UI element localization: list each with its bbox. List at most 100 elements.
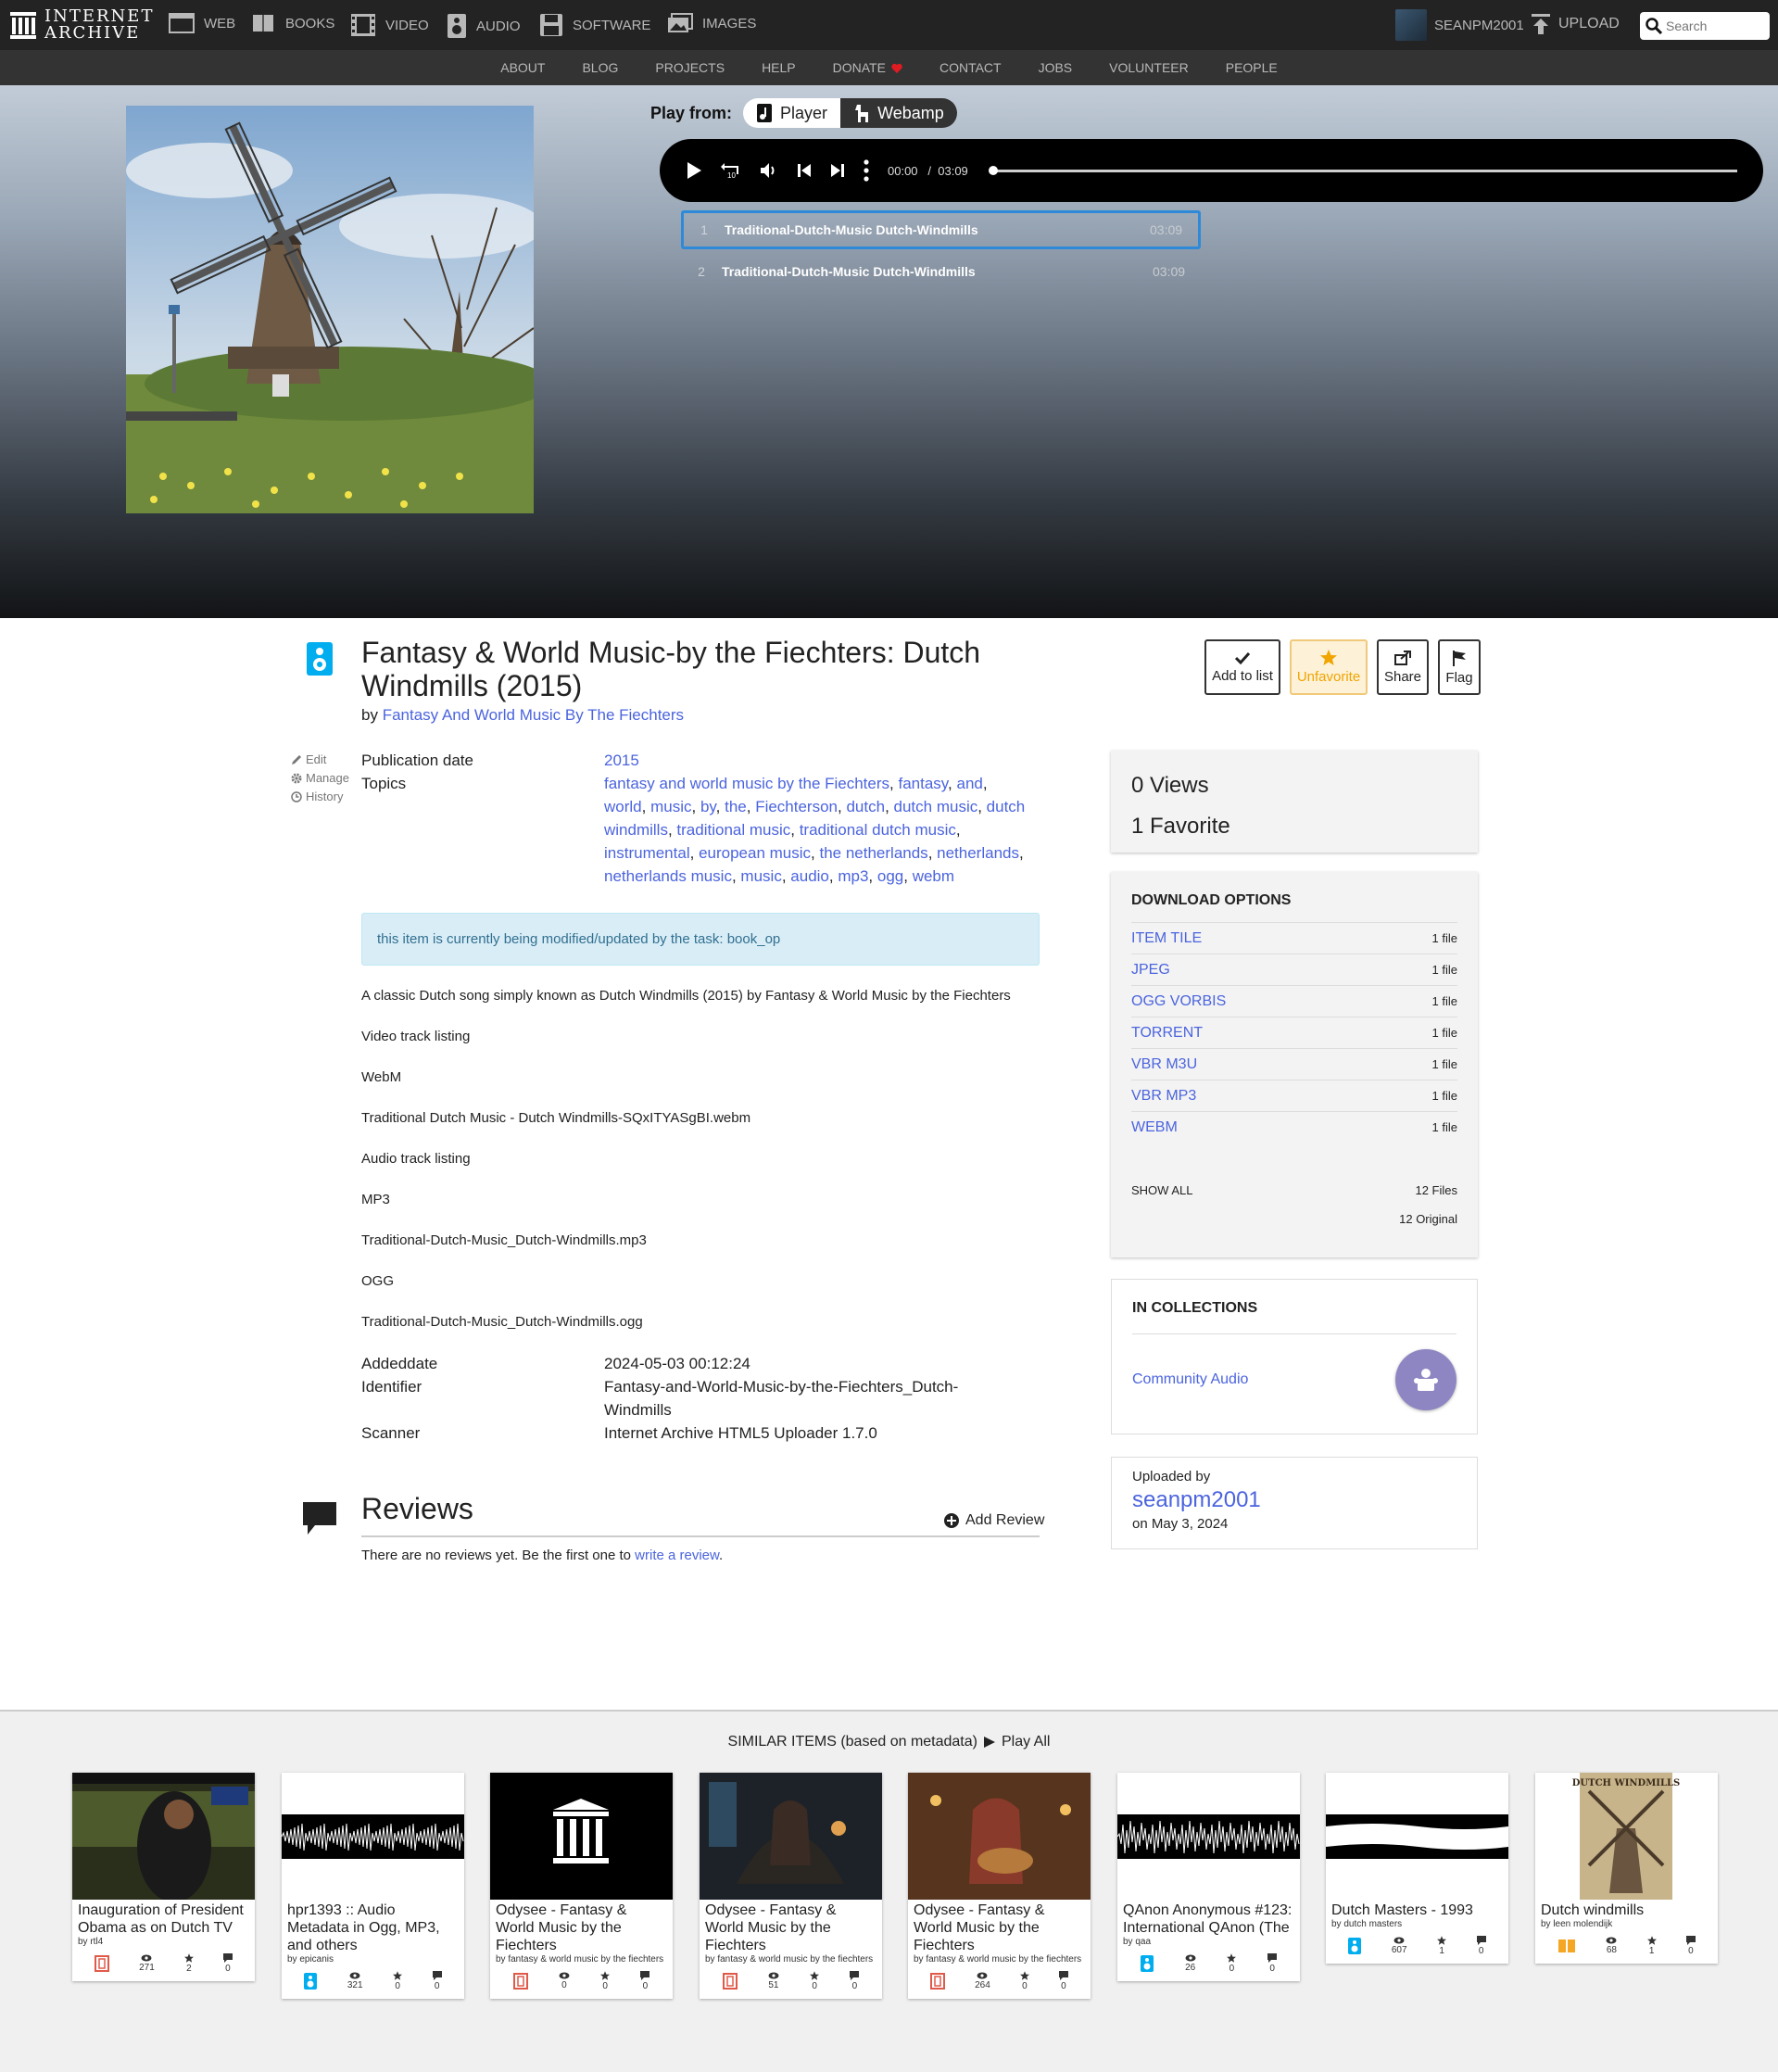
item-thumbnail[interactable] (72, 1773, 255, 1900)
subnav-donate[interactable]: DONATE (814, 50, 921, 85)
nav-tab-web[interactable]: WEB (169, 13, 235, 33)
item-title[interactable]: Odysee - Fantasy & World Music by the Fi… (490, 1900, 673, 1954)
similar-item-card[interactable]: Odysee - Fantasy & World Music by the Fi… (490, 1773, 673, 1999)
topic-link[interactable]: Fiechterson (755, 798, 838, 815)
download-format-link[interactable]: OGG VORBIS (1131, 993, 1226, 1010)
nav-tab-audio[interactable]: AUDIO (447, 13, 521, 39)
similar-item-card[interactable]: Odysee - Fantasy & World Music by the Fi… (700, 1773, 882, 1999)
item-thumbnail[interactable]: DUTCH WINDMILLS (1535, 1773, 1718, 1900)
search-icon[interactable] (1646, 18, 1662, 34)
search-input[interactable] (1666, 19, 1759, 33)
item-title[interactable]: Odysee - Fantasy & World Music by the Fi… (700, 1900, 882, 1954)
similar-item-card[interactable]: Odysee - Fantasy & World Music by the Fi… (908, 1773, 1091, 1999)
subnav-volunteer[interactable]: VOLUNTEER (1091, 50, 1207, 85)
topic-link[interactable]: by (700, 798, 716, 815)
subnav-people[interactable]: PEOPLE (1207, 50, 1296, 85)
item-title[interactable]: hpr1393 :: Audio Metadata in Ogg, MP3, a… (282, 1900, 464, 1954)
item-thumbnail[interactable] (1117, 1773, 1300, 1900)
download-format-link[interactable]: JPEG (1131, 962, 1170, 979)
topic-link[interactable]: audio (790, 867, 829, 885)
webamp-option[interactable]: Webamp (840, 98, 957, 128)
unfavorite-button[interactable]: Unfavorite (1290, 639, 1368, 695)
creator-link[interactable]: Fantasy And World Music By The Fiechters (383, 706, 684, 724)
item-thumbnail[interactable] (282, 1773, 464, 1900)
item-thumbnail[interactable] (1326, 1773, 1508, 1900)
upload-button[interactable]: UPLOAD (1531, 13, 1620, 35)
progress-knob[interactable] (988, 165, 998, 175)
play-all-link[interactable]: Play All (1002, 1734, 1050, 1750)
download-format-link[interactable]: TORRENT (1131, 1025, 1203, 1042)
flag-button[interactable]: Flag (1438, 639, 1481, 695)
subnav-jobs[interactable]: JOBS (1020, 50, 1091, 85)
item-title[interactable]: Dutch windmills (1535, 1900, 1718, 1919)
topic-link[interactable]: dutch music (894, 798, 978, 815)
download-format-link[interactable]: ITEM TILE (1131, 930, 1202, 947)
subnav-help[interactable]: HELP (743, 50, 814, 85)
similar-item-card[interactable]: hpr1393 :: Audio Metadata in Ogg, MP3, a… (282, 1773, 464, 1999)
similar-item-card[interactable]: Inauguration of President Obama as on Du… (72, 1773, 255, 1981)
publication-date-link[interactable]: 2015 (604, 749, 1030, 772)
edit-link[interactable]: Edit (291, 751, 349, 769)
play-icon[interactable] (686, 161, 702, 180)
similar-item-card[interactable]: QAnon Anonymous #123: International QAno… (1117, 1773, 1300, 1981)
show-all-link[interactable]: SHOW ALL (1131, 1183, 1192, 1197)
nav-tab-software[interactable]: SOFTWARE (539, 13, 650, 37)
topic-link[interactable]: and (957, 775, 983, 792)
item-thumbnail[interactable] (908, 1773, 1091, 1900)
topic-link[interactable]: fantasy (898, 775, 948, 792)
next-track-icon[interactable] (830, 163, 845, 178)
subnav-projects[interactable]: PROJECTS (637, 50, 743, 85)
item-thumbnail[interactable] (490, 1773, 673, 1900)
internet-archive-logo[interactable]: INTERNET ARCHIVE (9, 8, 154, 42)
topic-link[interactable]: netherlands music (604, 867, 732, 885)
user-menu[interactable]: SEANPM2001 (1395, 9, 1524, 41)
add-to-list-button[interactable]: Add to list (1204, 639, 1280, 695)
topic-link[interactable]: world (604, 798, 642, 815)
item-title[interactable]: Inauguration of President Obama as on Du… (72, 1900, 255, 1937)
topic-link[interactable]: webm (913, 867, 954, 885)
previous-track-icon[interactable] (797, 163, 812, 178)
similar-item-card[interactable]: Dutch Masters - 1993 by dutch masters 607 1… (1326, 1773, 1508, 1964)
topic-link[interactable]: traditional music (676, 821, 790, 839)
item-title[interactable]: Odysee - Fantasy & World Music by the Fi… (908, 1900, 1091, 1954)
uploader-link[interactable]: seanpm2001 (1132, 1487, 1261, 1512)
playlist-track[interactable]: 2 Traditional-Dutch-Music Dutch-Windmill… (681, 252, 1201, 291)
item-title[interactable]: QAnon Anonymous #123: International QAno… (1117, 1900, 1300, 1937)
topic-link[interactable]: music (650, 798, 691, 815)
history-link[interactable]: History (291, 788, 349, 806)
more-options-icon[interactable] (864, 159, 869, 182)
subnav-contact[interactable]: CONTACT (921, 50, 1020, 85)
topic-link[interactable]: ogg (877, 867, 903, 885)
similar-item-card[interactable]: DUTCH WINDMILLS Dutch windmills by leen mo… (1535, 1773, 1718, 1964)
download-format-link[interactable]: WEBM (1131, 1119, 1178, 1136)
write-review-link[interactable]: write a review (635, 1548, 719, 1563)
progress-slider[interactable] (988, 165, 1737, 175)
topic-link[interactable]: european music (699, 844, 811, 862)
add-review-button[interactable]: Add Review (943, 1512, 1044, 1529)
topic-link[interactable]: dutch (846, 798, 885, 815)
subnav-about[interactable]: ABOUT (482, 50, 563, 85)
rewind-10-icon[interactable]: 10 (721, 161, 741, 180)
volume-icon[interactable] (760, 162, 778, 179)
topic-link[interactable]: the (725, 798, 747, 815)
topic-link[interactable]: the netherlands (819, 844, 927, 862)
topic-link[interactable]: instrumental (604, 844, 690, 862)
topic-link[interactable]: mp3 (838, 867, 868, 885)
download-format-link[interactable]: VBR MP3 (1131, 1088, 1196, 1105)
subnav-blog[interactable]: BLOG (563, 50, 637, 85)
player-option[interactable]: Player (743, 98, 841, 128)
nav-tab-books[interactable]: BOOKS (252, 13, 334, 33)
topic-link[interactable]: fantasy and world music by the Fiechters (604, 775, 889, 792)
item-thumbnail[interactable] (700, 1773, 882, 1900)
item-title[interactable]: Dutch Masters - 1993 (1326, 1900, 1508, 1919)
collection-link[interactable]: Community Audio (1132, 1371, 1248, 1388)
nav-tab-images[interactable]: IMAGES (667, 13, 756, 33)
manage-link[interactable]: Manage (291, 769, 349, 788)
download-format-link[interactable]: VBR M3U (1131, 1056, 1197, 1073)
playlist-track[interactable]: 1 Traditional-Dutch-Music Dutch-Windmill… (681, 210, 1201, 249)
topic-link[interactable]: netherlands (937, 844, 1019, 862)
topic-link[interactable]: music (740, 867, 781, 885)
community-audio-icon[interactable] (1395, 1349, 1456, 1410)
share-button[interactable]: Share (1377, 639, 1429, 695)
topic-link[interactable]: traditional dutch music (800, 821, 956, 839)
